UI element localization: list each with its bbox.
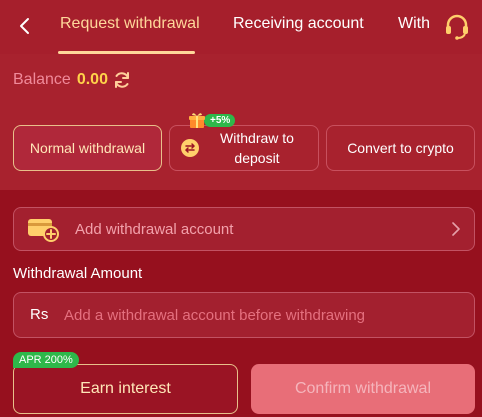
add-account-label: Add withdrawal account	[75, 221, 234, 238]
earn-interest-button[interactable]: Earn interest	[13, 364, 238, 414]
convert-to-crypto-label: Convert to crypto	[347, 140, 454, 156]
exchange-icon	[181, 139, 199, 157]
withdrawal-amount-title: Withdrawal Amount	[13, 265, 143, 282]
confirm-withdrawal-label: Confirm withdrawal	[294, 380, 432, 397]
earn-interest-label: Earn interest	[80, 380, 171, 397]
gift-icon	[189, 113, 205, 128]
withdraw-to-deposit-option[interactable]: Withdraw to deposit	[169, 125, 319, 171]
card-icon	[28, 219, 59, 242]
tab-receiving-account[interactable]: Receiving account	[233, 15, 364, 33]
currency-symbol: Rs	[30, 306, 49, 323]
apr-badge: APR 200%	[13, 352, 79, 368]
tab-withdrawal-history[interactable]: Withdrawal history	[398, 15, 430, 33]
deposit-bonus-badge: +5%	[188, 111, 236, 129]
normal-withdrawal-option[interactable]: Normal withdrawal	[13, 125, 162, 171]
headset-icon	[446, 14, 468, 40]
add-withdrawal-account-button[interactable]: Add withdrawal account	[13, 207, 475, 251]
balance-row: Balance 0.00	[13, 70, 132, 90]
convert-to-crypto-option[interactable]: Convert to crypto	[326, 125, 475, 171]
balance-label: Balance	[13, 71, 71, 88]
amount-placeholder: Add a withdrawal account before withdraw…	[64, 307, 366, 324]
normal-withdrawal-label: Normal withdrawal	[29, 140, 146, 156]
bonus-percent: +5%	[204, 113, 236, 127]
top-nav: Request withdrawal Receiving account Wit…	[0, 0, 482, 54]
chevron-right-icon	[452, 222, 460, 236]
balance-value: 0.00	[76, 71, 108, 88]
support-button[interactable]	[441, 10, 473, 42]
confirm-withdrawal-button[interactable]: Confirm withdrawal	[251, 364, 475, 414]
refresh-icon[interactable]	[112, 70, 132, 90]
deposit-option-content: Withdraw to deposit	[181, 128, 307, 168]
withdrawal-amount-input[interactable]: Rs Add a withdrawal account before withd…	[13, 292, 475, 338]
back-button[interactable]	[12, 14, 36, 38]
back-chevron-icon	[20, 18, 29, 34]
tab-request-withdrawal[interactable]: Request withdrawal	[60, 15, 200, 33]
withdraw-to-deposit-label: Withdraw to deposit	[220, 130, 294, 166]
